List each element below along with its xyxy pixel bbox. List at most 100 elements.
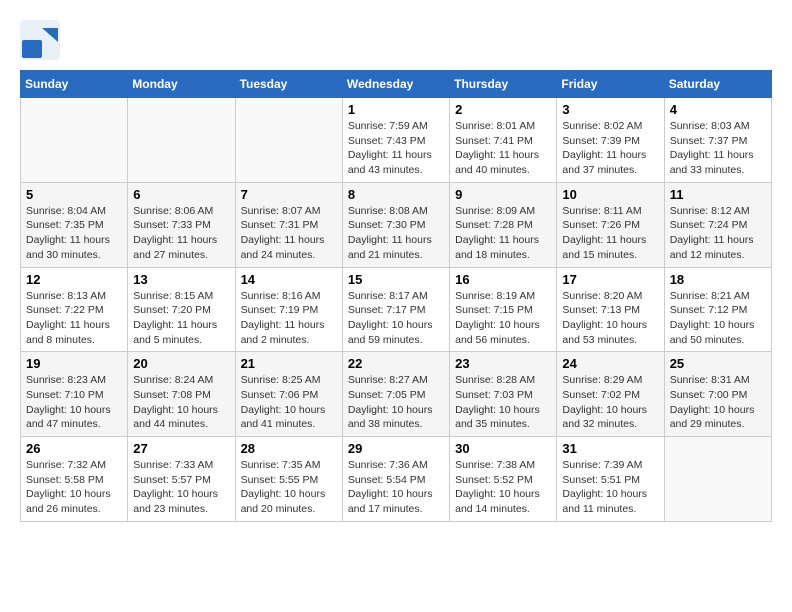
day-info: Sunrise: 8:23 AM Sunset: 7:10 PM Dayligh…: [26, 373, 122, 432]
day-number: 1: [348, 102, 444, 117]
day-number: 21: [241, 356, 337, 371]
header-cell-friday: Friday: [557, 71, 664, 98]
day-number: 25: [670, 356, 766, 371]
day-info: Sunrise: 8:24 AM Sunset: 7:08 PM Dayligh…: [133, 373, 229, 432]
day-cell: 18 Sunrise: 8:21 AM Sunset: 7:12 PM Dayli…: [664, 267, 771, 352]
day-cell: 12Sunrise: 8:13 AM Sunset: 7:22 PM Dayli…: [21, 267, 128, 352]
day-number: 15: [348, 272, 444, 287]
day-info: Sunrise: 7:39 AM Sunset: 5:51 PM Dayligh…: [562, 458, 658, 517]
day-info: Sunrise: 8:03 AM Sunset: 7:37 PM Dayligh…: [670, 119, 766, 178]
day-number: 9: [455, 187, 551, 202]
day-info: Sunrise: 8:29 AM Sunset: 7:02 PM Dayligh…: [562, 373, 658, 432]
day-number: 4: [670, 102, 766, 117]
header-cell-saturday: Saturday: [664, 71, 771, 98]
day-number: 2: [455, 102, 551, 117]
day-number: 8: [348, 187, 444, 202]
day-number: 3: [562, 102, 658, 117]
day-number: 5: [26, 187, 122, 202]
day-cell: 6Sunrise: 8:06 AM Sunset: 7:33 PM Daylig…: [128, 182, 235, 267]
day-cell: 3 Sunrise: 8:02 AM Sunset: 7:39 PM Daylig…: [557, 98, 664, 183]
header-cell-thursday: Thursday: [450, 71, 557, 98]
day-info: Sunrise: 8:13 AM Sunset: 7:22 PM Dayligh…: [26, 289, 122, 348]
day-cell: 26Sunrise: 7:32 AM Sunset: 5:58 PM Dayli…: [21, 437, 128, 522]
day-info: Sunrise: 7:38 AM Sunset: 5:52 PM Dayligh…: [455, 458, 551, 517]
day-info: Sunrise: 7:59 AM Sunset: 7:43 PM Dayligh…: [348, 119, 444, 178]
header-cell-wednesday: Wednesday: [342, 71, 449, 98]
day-cell: 20 Sunrise: 8:24 AM Sunset: 7:08 PM Dayli…: [128, 352, 235, 437]
day-info: Sunrise: 8:02 AM Sunset: 7:39 PM Dayligh…: [562, 119, 658, 178]
day-number: 17: [562, 272, 658, 287]
week-row-2: 12Sunrise: 8:13 AM Sunset: 7:22 PM Dayli…: [21, 267, 772, 352]
day-number: 30: [455, 441, 551, 456]
day-number: 10: [562, 187, 658, 202]
logo: [20, 20, 65, 60]
day-cell: 21 Sunrise: 8:25 AM Sunset: 7:06 PM Dayli…: [235, 352, 342, 437]
day-number: 26: [26, 441, 122, 456]
day-cell: 27Sunrise: 7:33 AM Sunset: 5:57 PM Dayli…: [128, 437, 235, 522]
day-number: 14: [241, 272, 337, 287]
day-info: Sunrise: 8:20 AM Sunset: 7:13 PM Dayligh…: [562, 289, 658, 348]
day-number: 19: [26, 356, 122, 371]
day-cell: 9 Sunrise: 8:09 AM Sunset: 7:28 PM Daylig…: [450, 182, 557, 267]
day-cell: 7 Sunrise: 8:07 AM Sunset: 7:31 PM Daylig…: [235, 182, 342, 267]
day-info: Sunrise: 8:25 AM Sunset: 7:06 PM Dayligh…: [241, 373, 337, 432]
day-number: 31: [562, 441, 658, 456]
day-cell: 14Sunrise: 8:16 AM Sunset: 7:19 PM Dayli…: [235, 267, 342, 352]
week-row-4: 26Sunrise: 7:32 AM Sunset: 5:58 PM Dayli…: [21, 437, 772, 522]
day-cell: 8 Sunrise: 8:08 AM Sunset: 7:30 PM Daylig…: [342, 182, 449, 267]
day-cell: 29Sunrise: 7:36 AM Sunset: 5:54 PM Dayli…: [342, 437, 449, 522]
day-number: 18: [670, 272, 766, 287]
day-cell: 30 Sunrise: 7:38 AM Sunset: 5:52 PM Dayli…: [450, 437, 557, 522]
day-number: 27: [133, 441, 229, 456]
day-cell: 24 Sunrise: 8:29 AM Sunset: 7:02 PM Dayli…: [557, 352, 664, 437]
calendar-header: SundayMondayTuesdayWednesdayThursdayFrid…: [21, 71, 772, 98]
day-info: Sunrise: 7:36 AM Sunset: 5:54 PM Dayligh…: [348, 458, 444, 517]
logo-icon: [20, 20, 60, 60]
day-info: Sunrise: 8:06 AM Sunset: 7:33 PM Dayligh…: [133, 204, 229, 263]
day-number: 20: [133, 356, 229, 371]
day-number: 13: [133, 272, 229, 287]
week-row-0: 1 Sunrise: 7:59 AM Sunset: 7:43 PM Daylig…: [21, 98, 772, 183]
day-cell: 25Sunrise: 8:31 AM Sunset: 7:00 PM Dayli…: [664, 352, 771, 437]
day-info: Sunrise: 8:21 AM Sunset: 7:12 PM Dayligh…: [670, 289, 766, 348]
day-cell: 10Sunrise: 8:11 AM Sunset: 7:26 PM Dayli…: [557, 182, 664, 267]
day-cell: 11 Sunrise: 8:12 AM Sunset: 7:24 PM Dayli…: [664, 182, 771, 267]
day-number: 16: [455, 272, 551, 287]
day-cell: 17 Sunrise: 8:20 AM Sunset: 7:13 PM Dayli…: [557, 267, 664, 352]
day-number: 23: [455, 356, 551, 371]
day-cell: 1 Sunrise: 7:59 AM Sunset: 7:43 PM Daylig…: [342, 98, 449, 183]
day-cell: [664, 437, 771, 522]
day-cell: 22Sunrise: 8:27 AM Sunset: 7:05 PM Dayli…: [342, 352, 449, 437]
day-cell: [128, 98, 235, 183]
day-cell: 28 Sunrise: 7:35 AM Sunset: 5:55 PM Dayli…: [235, 437, 342, 522]
day-info: Sunrise: 8:01 AM Sunset: 7:41 PM Dayligh…: [455, 119, 551, 178]
day-info: Sunrise: 8:28 AM Sunset: 7:03 PM Dayligh…: [455, 373, 551, 432]
day-cell: 5 Sunrise: 8:04 AM Sunset: 7:35 PM Daylig…: [21, 182, 128, 267]
day-info: Sunrise: 8:04 AM Sunset: 7:35 PM Dayligh…: [26, 204, 122, 263]
day-cell: 13 Sunrise: 8:15 AM Sunset: 7:20 PM Dayli…: [128, 267, 235, 352]
header-cell-monday: Monday: [128, 71, 235, 98]
day-number: 28: [241, 441, 337, 456]
week-row-3: 19 Sunrise: 8:23 AM Sunset: 7:10 PM Dayli…: [21, 352, 772, 437]
day-number: 11: [670, 187, 766, 202]
day-number: 22: [348, 356, 444, 371]
calendar-table: SundayMondayTuesdayWednesdayThursdayFrid…: [20, 70, 772, 522]
day-info: Sunrise: 8:17 AM Sunset: 7:17 PM Dayligh…: [348, 289, 444, 348]
day-info: Sunrise: 7:35 AM Sunset: 5:55 PM Dayligh…: [241, 458, 337, 517]
day-info: Sunrise: 8:09 AM Sunset: 7:28 PM Dayligh…: [455, 204, 551, 263]
day-cell: 31 Sunrise: 7:39 AM Sunset: 5:51 PM Dayli…: [557, 437, 664, 522]
day-cell: 19 Sunrise: 8:23 AM Sunset: 7:10 PM Dayli…: [21, 352, 128, 437]
day-cell: 16 Sunrise: 8:19 AM Sunset: 7:15 PM Dayli…: [450, 267, 557, 352]
day-info: Sunrise: 8:15 AM Sunset: 7:20 PM Dayligh…: [133, 289, 229, 348]
day-info: Sunrise: 8:08 AM Sunset: 7:30 PM Dayligh…: [348, 204, 444, 263]
day-number: 7: [241, 187, 337, 202]
day-number: 24: [562, 356, 658, 371]
day-cell: 4 Sunrise: 8:03 AM Sunset: 7:37 PM Daylig…: [664, 98, 771, 183]
day-cell: 15 Sunrise: 8:17 AM Sunset: 7:17 PM Dayli…: [342, 267, 449, 352]
day-info: Sunrise: 8:07 AM Sunset: 7:31 PM Dayligh…: [241, 204, 337, 263]
day-cell: 23 Sunrise: 8:28 AM Sunset: 7:03 PM Dayli…: [450, 352, 557, 437]
day-info: Sunrise: 8:12 AM Sunset: 7:24 PM Dayligh…: [670, 204, 766, 263]
day-info: Sunrise: 8:19 AM Sunset: 7:15 PM Dayligh…: [455, 289, 551, 348]
calendar-body: 1 Sunrise: 7:59 AM Sunset: 7:43 PM Daylig…: [21, 98, 772, 522]
day-cell: [21, 98, 128, 183]
